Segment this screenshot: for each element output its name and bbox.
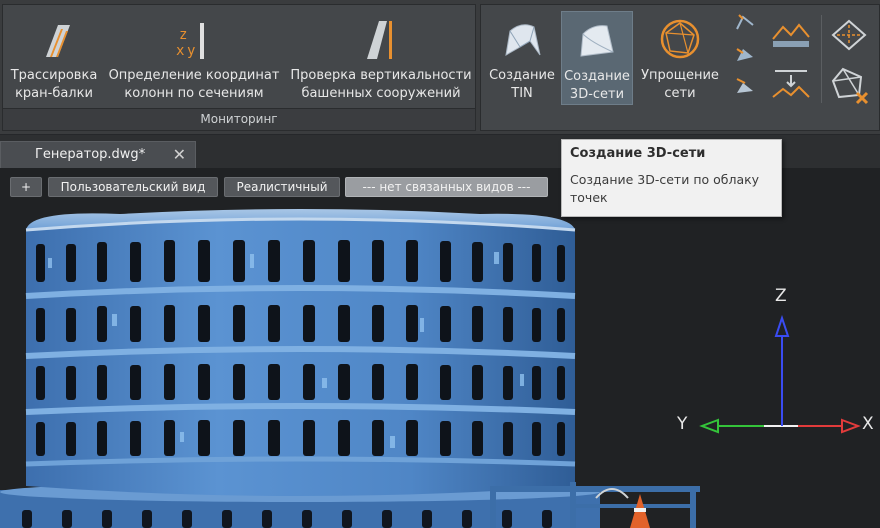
- point-cloud-model: [0, 209, 861, 528]
- tooltip-title: Создание 3D-сети: [570, 146, 706, 161]
- zxy-icon-z: z: [179, 27, 187, 43]
- surface-tool-1-icon[interactable]: [733, 11, 757, 33]
- surface-cut-icon[interactable]: [771, 67, 811, 103]
- surface-extents-icon[interactable]: [829, 15, 869, 55]
- tower-verticality-icon: [367, 21, 392, 59]
- simplify-mesh-icon: [660, 19, 700, 59]
- crane-beam-label-2: кран-балки: [15, 86, 93, 101]
- tower-verticality-label-1: Проверка вертикальности: [290, 68, 472, 83]
- axis-z-label: Z: [775, 286, 787, 306]
- zxy-icon-x: x: [176, 43, 184, 59]
- surface-tool-3-icon[interactable]: [733, 75, 757, 97]
- delete-surface-icon[interactable]: [829, 63, 871, 107]
- panel-monitoring: Трассировка кран-балки z x y Определение…: [2, 4, 476, 131]
- axis-x-label: X: [862, 414, 874, 434]
- monitoring-panel-title: Мониторинг: [3, 108, 475, 130]
- create-tin-label-1: Создание: [489, 68, 555, 83]
- tower-verticality-button[interactable]: Проверка вертикальности башенных сооруже…: [287, 11, 475, 103]
- simplify-mesh-button[interactable]: Упрощение сети: [637, 11, 723, 103]
- column-coordinates-button[interactable]: z x y Определение координат колонн по се…: [105, 11, 283, 103]
- simplify-mesh-label-2: сети: [664, 86, 696, 101]
- zxy-icon-y: y: [187, 43, 195, 59]
- ribbon-separator: [821, 15, 822, 103]
- view-selector-button[interactable]: Пользовательский вид: [48, 177, 218, 197]
- linked-views-button[interactable]: --- нет связанных видов ---: [345, 177, 548, 197]
- ucs-axes-icon: [699, 314, 861, 434]
- axis-y-label: Y: [677, 414, 688, 434]
- tooltip-description: Создание 3D-сети по облаку точек: [570, 172, 760, 205]
- 3d-viewport[interactable]: Z Y X + Пользовательский вид Реалистичны…: [0, 168, 880, 528]
- create-tin-button[interactable]: Создание TIN: [485, 11, 559, 103]
- create-3d-mesh-label-2: 3D-сети: [569, 87, 625, 102]
- crane-beam-label-1: Трассировка: [10, 68, 98, 83]
- viewport-add-button[interactable]: +: [10, 177, 42, 197]
- create-3d-mesh-button[interactable]: Создание 3D-сети: [561, 11, 633, 105]
- simplify-mesh-label-1: Упрощение: [641, 68, 719, 83]
- crane-beam-tracing-button[interactable]: Трассировка кран-балки: [5, 11, 103, 103]
- document-tab-generator[interactable]: Генератор.dwg* ✕: [0, 141, 196, 169]
- create-3d-mesh-label-1: Создание: [564, 69, 630, 84]
- create-tin-label-2: TIN: [511, 86, 533, 101]
- visual-style-button[interactable]: Реалистичный: [224, 177, 340, 197]
- column-coordinates-label-1: Определение координат: [108, 68, 280, 83]
- zxy-coordinates-icon: z x y: [176, 23, 204, 59]
- panel-surfaces: Создание TIN Создание 3D-сети Упрощение …: [480, 4, 880, 131]
- column-coordinates-label-2: колонн по сечениям: [124, 86, 264, 101]
- crane-beam-icon: [46, 25, 70, 57]
- surface-tool-2-icon[interactable]: [733, 43, 757, 65]
- tin-icon: [505, 24, 541, 56]
- surface-profile-icon[interactable]: [771, 19, 811, 49]
- close-tab-icon[interactable]: ✕: [173, 142, 186, 168]
- ribbon: Трассировка кран-балки z x y Определение…: [0, 0, 880, 134]
- document-tab-label: Генератор.dwg*: [35, 147, 146, 162]
- tooltip-create-3d-mesh: Создание 3D-сети Создание 3D-сети по обл…: [561, 139, 782, 217]
- tower-verticality-label-2: башенных сооружений: [301, 86, 461, 101]
- 3d-mesh-icon: [580, 25, 614, 57]
